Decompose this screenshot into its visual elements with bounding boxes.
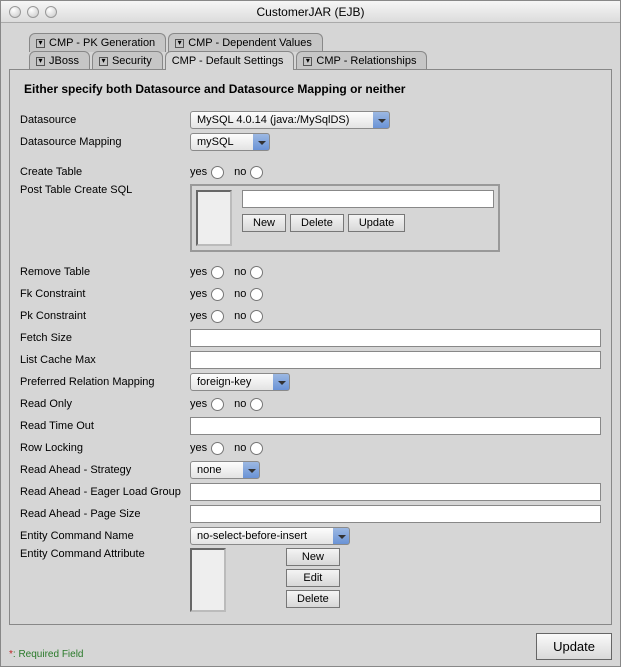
settings-panel: Either specify both Datasource and Datas… [9, 69, 612, 625]
radio-label-yes: yes [190, 166, 207, 178]
label-read-only: Read Only [20, 398, 190, 410]
label-create-table: Create Table [20, 166, 190, 178]
label-fk-constraint: Fk Constraint [20, 288, 190, 300]
zoom-icon[interactable] [45, 6, 57, 18]
panel-heading: Either specify both Datasource and Datas… [24, 82, 601, 96]
label-list-cache-max: List Cache Max [20, 354, 190, 366]
post-table-sql-group: New Delete Update [190, 184, 500, 252]
radio-label-no: no [234, 166, 246, 178]
label-read-ahead-strategy: Read Ahead - Strategy [20, 464, 190, 476]
required-text: : Required Field [13, 649, 84, 660]
required-field-note: *: Required Field [9, 649, 84, 660]
tab-cmp-dependent-values[interactable]: ▾ CMP - Dependent Values [168, 33, 323, 52]
fetch-size-input[interactable] [190, 329, 601, 347]
attr-edit-button[interactable]: Edit [286, 569, 340, 587]
pk-yes[interactable] [211, 310, 224, 323]
attr-new-button[interactable]: New [286, 548, 340, 566]
attr-delete-button[interactable]: Delete [286, 590, 340, 608]
remove-table-no[interactable] [250, 266, 263, 279]
read-only-yes[interactable] [211, 398, 224, 411]
entity-attr-list[interactable] [190, 548, 226, 612]
update-button[interactable]: Update [536, 633, 612, 660]
label-datasource: Datasource [20, 114, 190, 126]
read-only-no[interactable] [250, 398, 263, 411]
read-ahead-strategy-select[interactable]: none [190, 461, 260, 479]
label-read-ahead-eager: Read Ahead - Eager Load Group [20, 486, 190, 498]
datasource-select[interactable]: MySQL 4.0.14 (java:/MySqlDS) [190, 111, 390, 129]
fk-yes[interactable] [211, 288, 224, 301]
tab-label: JBoss [49, 55, 79, 67]
create-table-no[interactable] [250, 166, 263, 179]
datasource-mapping-select[interactable]: mySQL [190, 133, 270, 151]
tab-label: CMP - Dependent Values [188, 37, 312, 49]
tab-label: CMP - Default Settings [172, 55, 284, 67]
label-remove-table: Remove Table [20, 266, 190, 278]
list-cache-max-input[interactable] [190, 351, 601, 369]
window-title: CustomerJAR (EJB) [1, 5, 620, 19]
pk-no[interactable] [250, 310, 263, 323]
tab-jboss[interactable]: ▾ JBoss [29, 51, 90, 70]
label-datasource-mapping: Datasource Mapping [20, 136, 190, 148]
create-table-yes[interactable] [211, 166, 224, 179]
fk-no[interactable] [250, 288, 263, 301]
titlebar: CustomerJAR (EJB) [1, 1, 620, 23]
label-row-locking: Row Locking [20, 442, 190, 454]
read-ahead-page-input[interactable] [190, 505, 601, 523]
chevron-down-icon: ▾ [175, 39, 184, 48]
tab-cmp-relationships[interactable]: ▾ CMP - Relationships [296, 51, 427, 70]
minimize-icon[interactable] [27, 6, 39, 18]
label-read-ahead-page: Read Ahead - Page Size [20, 508, 190, 520]
sql-list[interactable] [196, 190, 232, 246]
tab-cmp-pk-generation[interactable]: ▾ CMP - PK Generation [29, 33, 166, 52]
chevron-down-icon: ▾ [36, 57, 45, 66]
chevron-down-icon: ▾ [36, 39, 45, 48]
label-post-table-sql: Post Table Create SQL [20, 184, 190, 196]
label-entity-cmd-attr: Entity Command Attribute [20, 548, 190, 560]
label-entity-cmd-name: Entity Command Name [20, 530, 190, 542]
chevron-down-icon: ▾ [303, 57, 312, 66]
label-fetch-size: Fetch Size [20, 332, 190, 344]
read-ahead-eager-input[interactable] [190, 483, 601, 501]
row-locking-no[interactable] [250, 442, 263, 455]
label-pref-rel-map: Preferred Relation Mapping [20, 376, 190, 388]
entity-cmd-name-select[interactable]: no-select-before-insert [190, 527, 350, 545]
tab-cmp-default-settings[interactable]: CMP - Default Settings [165, 51, 295, 70]
read-timeout-input[interactable] [190, 417, 601, 435]
chevron-down-icon: ▾ [99, 57, 108, 66]
sql-update-button[interactable]: Update [348, 214, 405, 232]
sql-delete-button[interactable]: Delete [290, 214, 344, 232]
label-read-timeout: Read Time Out [20, 420, 190, 432]
label-pk-constraint: Pk Constraint [20, 310, 190, 322]
pref-rel-map-select[interactable]: foreign-key [190, 373, 290, 391]
tab-label: CMP - PK Generation [49, 37, 155, 49]
tab-label: CMP - Relationships [316, 55, 416, 67]
row-locking-yes[interactable] [211, 442, 224, 455]
tab-security[interactable]: ▾ Security [92, 51, 163, 70]
sql-input[interactable] [242, 190, 494, 208]
tab-label: Security [112, 55, 152, 67]
remove-table-yes[interactable] [211, 266, 224, 279]
close-icon[interactable] [9, 6, 21, 18]
sql-new-button[interactable]: New [242, 214, 286, 232]
